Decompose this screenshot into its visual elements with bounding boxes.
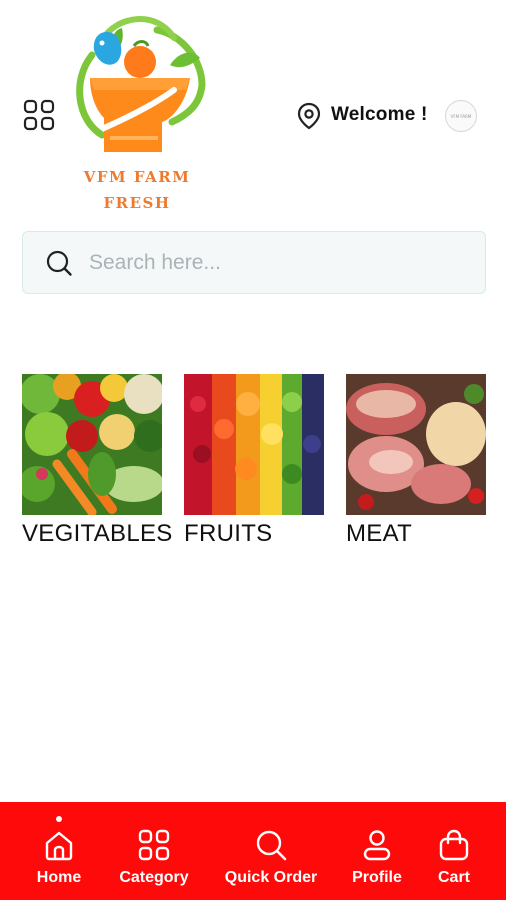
nav-home[interactable]: Home (0, 802, 118, 900)
nav-quick-order[interactable]: Quick Order (190, 802, 352, 900)
category-label: MEAT (346, 520, 413, 547)
nav-category[interactable]: Category (118, 802, 190, 900)
logo-text-line1: VFM FARM (83, 168, 191, 186)
category-meat[interactable]: MEAT (346, 374, 486, 548)
category-vegetables[interactable]: VEGITABLES (22, 374, 173, 548)
vegetables-image (22, 374, 162, 515)
brand-logo: VFM FARM FRESH (62, 10, 212, 215)
nav-profile-label: Profile (352, 869, 402, 886)
category-fruits[interactable]: FRUITS (184, 374, 324, 548)
user-icon (360, 828, 394, 862)
menu-grid-icon[interactable] (22, 98, 56, 132)
search-icon (45, 249, 73, 277)
category-list: VEGITABLES FRUITS MEAT (0, 374, 506, 554)
search-icon (254, 828, 288, 862)
fruits-image (184, 374, 324, 515)
avatar-text: VFM FARM (450, 113, 472, 119)
search-input[interactable] (89, 244, 469, 282)
app-header: VFM FARM FRESH Welcome ! VFM FARM (0, 0, 506, 220)
home-icon (42, 828, 76, 862)
nav-category-label: Category (119, 869, 189, 886)
meat-image (346, 374, 486, 515)
welcome-text: Welcome ! (331, 104, 428, 125)
search-bar[interactable] (22, 231, 486, 294)
active-indicator (56, 816, 62, 822)
nav-profile[interactable]: Profile (352, 802, 402, 900)
nav-cart-label: Cart (437, 869, 470, 886)
category-label: VEGITABLES (22, 520, 173, 547)
bag-icon (437, 828, 471, 862)
nav-cart[interactable]: Cart (402, 802, 506, 900)
grid-icon (137, 828, 171, 862)
bottom-navigation: Home Category Quick Order Profile Cart (0, 802, 506, 900)
avatar[interactable]: VFM FARM (445, 100, 477, 132)
nav-quick-order-label: Quick Order (224, 869, 318, 886)
location-pin-icon[interactable] (296, 102, 322, 130)
nav-home-label: Home (36, 869, 82, 886)
category-label: FRUITS (184, 520, 273, 547)
logo-text-line2: FRESH (103, 194, 171, 212)
